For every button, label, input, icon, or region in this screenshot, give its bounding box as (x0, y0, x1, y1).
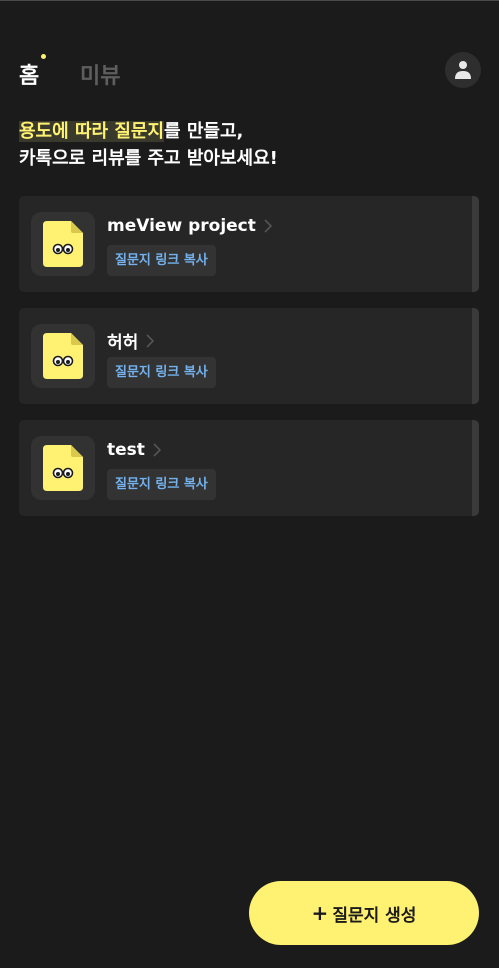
questionnaire-title-link[interactable]: 허허 (107, 328, 155, 353)
questionnaire-thumbnail (31, 212, 95, 276)
user-icon (455, 61, 471, 79)
card-edge (472, 308, 479, 404)
plus-icon: + (311, 901, 329, 925)
page-headline: 용도에 따라 질문지를 만들고, 카톡으로 리뷰를 주고 받아보세요! (19, 118, 479, 172)
questionnaire-card[interactable]: 허허 질문지 링크 복사 (19, 308, 479, 404)
card-edge (472, 196, 479, 292)
document-eyes-icon (43, 221, 83, 267)
profile-button[interactable] (445, 52, 481, 88)
questionnaire-title-link[interactable]: meView project (107, 216, 272, 236)
active-tab-indicator (41, 54, 46, 59)
create-questionnaire-button[interactable]: + 질문지 생성 (249, 881, 479, 945)
questionnaire-title: test (107, 440, 145, 460)
headline-highlight: 용도에 따라 질문지 (19, 121, 165, 142)
chevron-right-icon (153, 443, 161, 457)
card-edge (472, 420, 479, 516)
questionnaire-title: meView project (107, 216, 256, 236)
questionnaire-card[interactable]: meView project 질문지 링크 복사 (19, 196, 479, 292)
questionnaire-thumbnail (31, 436, 95, 500)
header: 홈 미뷰 (19, 52, 481, 92)
questionnaire-list: meView project 질문지 링크 복사 허허 질문지 링크 복사 te… (19, 196, 479, 532)
questionnaire-title-link[interactable]: test (107, 440, 161, 460)
document-eyes-icon (43, 333, 83, 379)
questionnaire-card[interactable]: test 질문지 링크 복사 (19, 420, 479, 516)
questionnaire-thumbnail (31, 324, 95, 388)
chevron-right-icon (146, 333, 155, 348)
headline-line1-rest: 를 만들고, (164, 121, 244, 142)
top-divider (0, 0, 499, 1)
document-eyes-icon (43, 445, 83, 491)
copy-link-button[interactable]: 질문지 링크 복사 (107, 469, 216, 500)
tab-review[interactable]: 미뷰 (80, 58, 120, 90)
headline-line2: 카톡으로 리뷰를 주고 받아보세요! (19, 148, 278, 169)
questionnaire-title: 허허 (107, 333, 139, 353)
copy-link-button[interactable]: 질문지 링크 복사 (107, 245, 216, 276)
create-questionnaire-label: 질문지 생성 (332, 905, 417, 926)
tab-home[interactable]: 홈 (19, 58, 39, 90)
chevron-right-icon (264, 219, 272, 233)
copy-link-button[interactable]: 질문지 링크 복사 (107, 357, 216, 388)
